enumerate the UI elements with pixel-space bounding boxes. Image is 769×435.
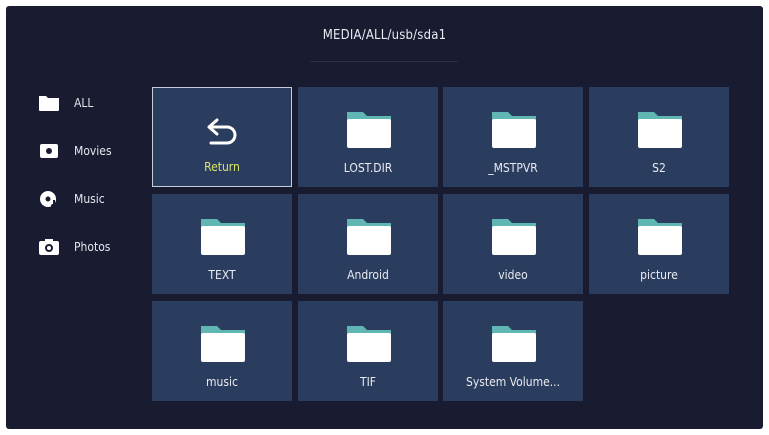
tile-folder[interactable]: TEXT	[152, 194, 292, 294]
tile-label: LOST.DIR	[343, 161, 393, 175]
tile-return[interactable]: Return	[152, 87, 292, 187]
folder-icon	[491, 323, 537, 363]
tile-folder[interactable]: Android	[298, 194, 438, 294]
sidebar-item-all[interactable]: ALL	[38, 92, 93, 114]
camera-icon	[38, 236, 60, 258]
tile-label: Return	[204, 160, 240, 174]
tile-label: TEXT	[208, 268, 236, 282]
path-underline	[310, 61, 458, 62]
tile-label: picture	[640, 268, 678, 282]
media-browser-screen: MEDIA/ALL/usb/sda1 ALL Movies Music Phot…	[6, 6, 763, 429]
tile-folder[interactable]: S2	[589, 87, 729, 187]
tile-label: _MSTPVR	[488, 161, 538, 175]
tile-label: TIF	[360, 375, 376, 389]
path-title: MEDIA/ALL/usb/sda1	[322, 28, 447, 43]
tile-folder[interactable]: picture	[589, 194, 729, 294]
tile-folder[interactable]: music	[152, 301, 292, 401]
folder-icon	[491, 109, 537, 149]
folder-icon	[346, 109, 392, 149]
tile-label: video	[498, 268, 528, 282]
folder-icon	[491, 216, 537, 256]
sidebar-item-label: Photos	[74, 240, 111, 254]
sidebar-item-movies[interactable]: Movies	[38, 140, 112, 162]
sidebar-item-label: Music	[74, 192, 105, 206]
tile-folder[interactable]: _MSTPVR	[443, 87, 583, 187]
folder-icon	[346, 216, 392, 256]
tile-folder[interactable]: TIF	[298, 301, 438, 401]
folder-icon	[637, 109, 683, 149]
tile-label: Android	[347, 268, 389, 282]
folder-icon	[38, 92, 60, 114]
sidebar-item-label: ALL	[74, 96, 94, 110]
return-icon	[205, 118, 241, 152]
sidebar-item-music[interactable]: Music	[38, 188, 105, 210]
tile-folder[interactable]: video	[443, 194, 583, 294]
folder-icon	[637, 216, 683, 256]
tile-label: music	[206, 375, 238, 389]
sidebar-item-label: Movies	[74, 144, 112, 158]
tile-label: S2	[652, 161, 666, 175]
music-icon	[38, 188, 60, 210]
tile-label: System Volume...	[465, 375, 561, 389]
folder-icon	[200, 323, 246, 363]
sidebar-item-photos[interactable]: Photos	[38, 236, 110, 258]
movie-icon	[38, 140, 60, 162]
tile-folder[interactable]: LOST.DIR	[298, 87, 438, 187]
tile-folder[interactable]: System Volume...	[443, 301, 583, 401]
folder-icon	[200, 216, 246, 256]
folder-icon	[346, 323, 392, 363]
